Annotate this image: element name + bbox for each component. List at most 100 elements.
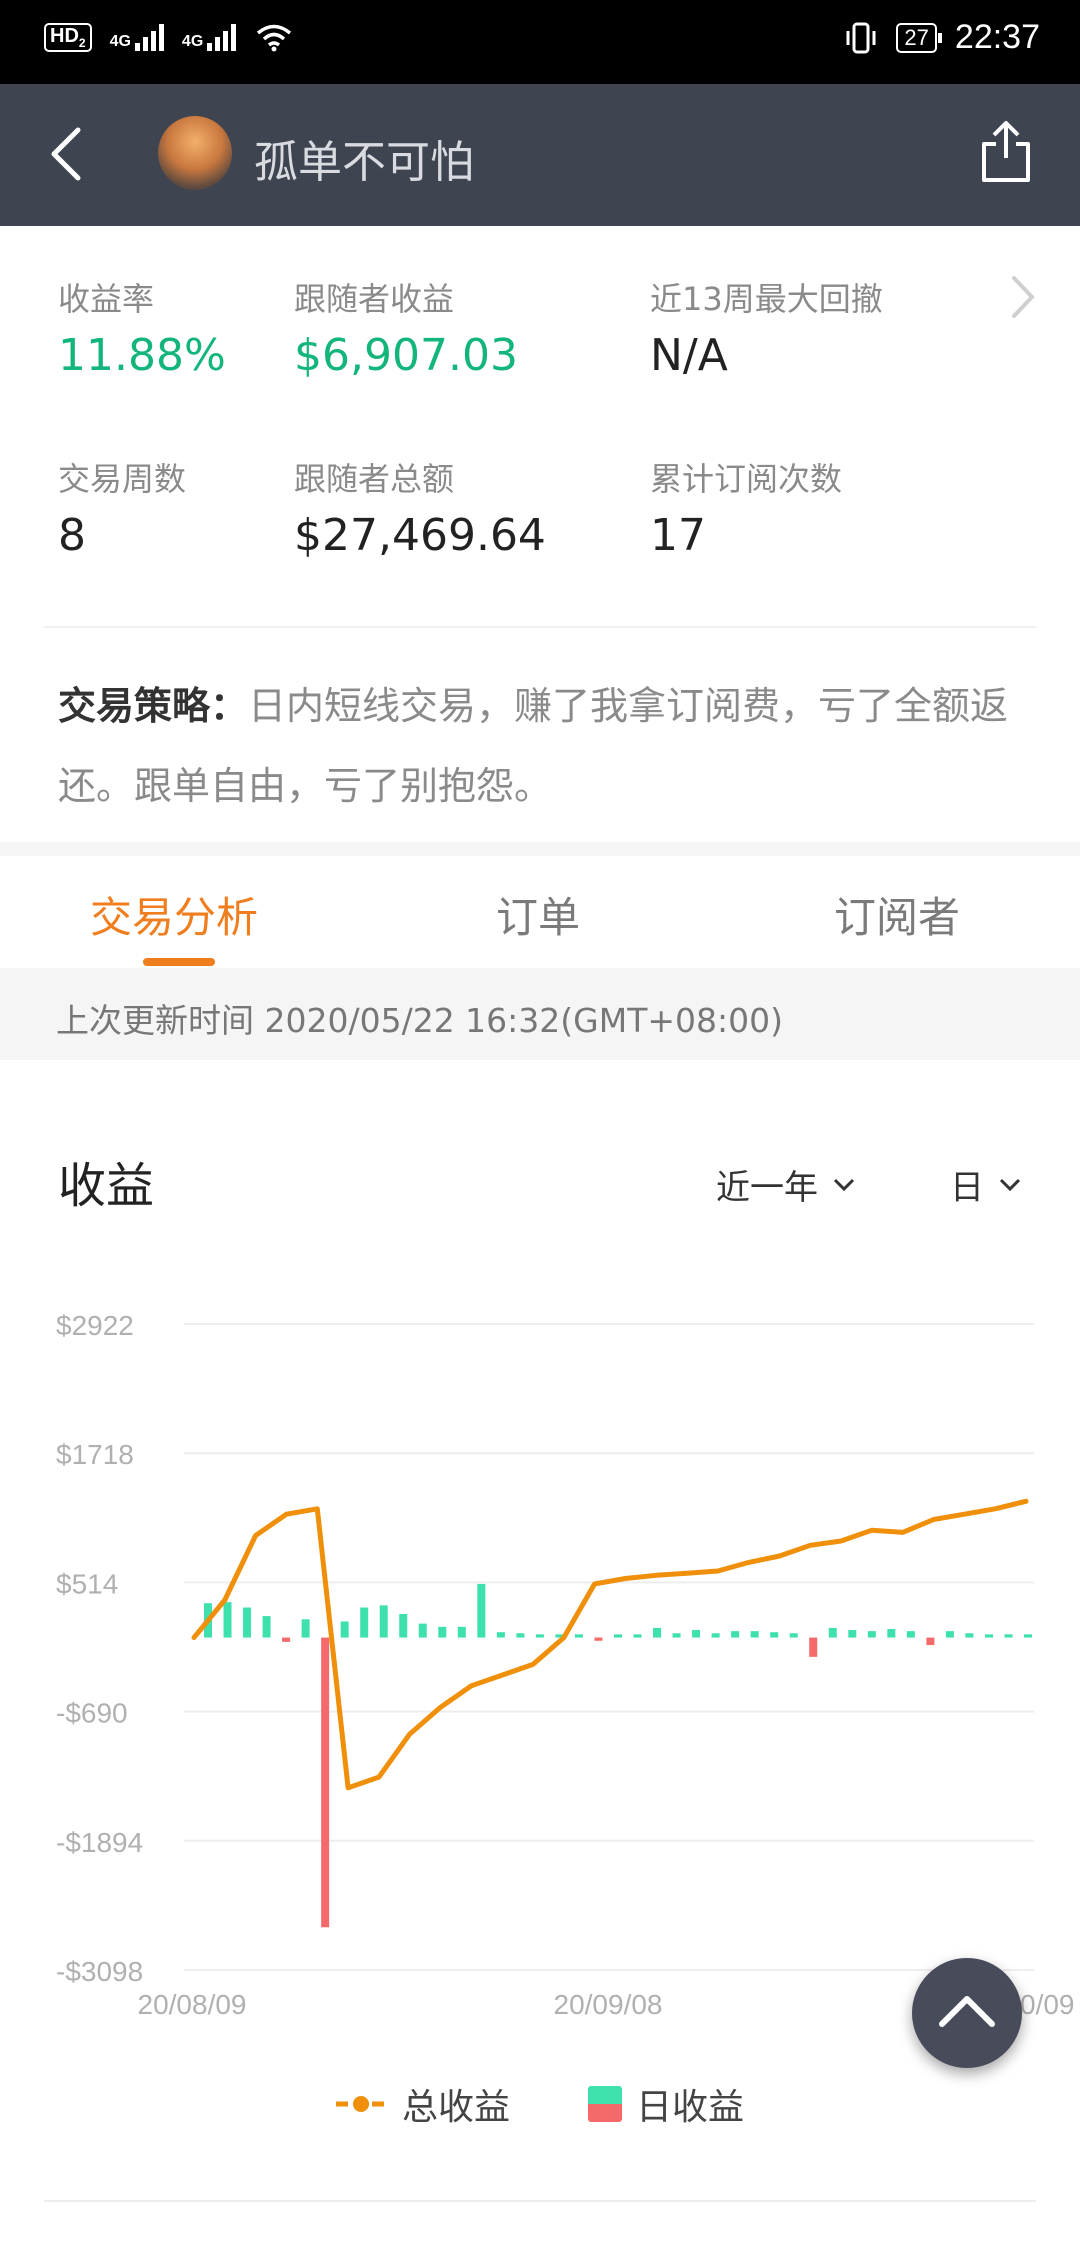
divider xyxy=(44,626,1036,628)
daily-profit-bar xyxy=(594,1637,603,1641)
hd-indicator: HD2 xyxy=(44,22,92,52)
strategy-label: 交易策略： xyxy=(58,684,249,728)
wifi-icon xyxy=(257,24,292,52)
daily-profit-bar xyxy=(828,1627,837,1638)
tab-indicator xyxy=(143,958,215,966)
tab-trade-analysis[interactable]: 交易分析 xyxy=(90,884,258,945)
daily-profit-bar xyxy=(1024,1634,1032,1638)
daily-profit-bar xyxy=(653,1627,662,1638)
chevron-right-icon[interactable] xyxy=(1008,272,1038,322)
stat-value: 8 xyxy=(58,510,86,561)
daily-profit-bar xyxy=(535,1634,544,1638)
chevron-down-icon xyxy=(999,1178,1021,1191)
daily-profit-bar xyxy=(282,1637,291,1642)
daily-profit-bar xyxy=(321,1637,330,1928)
y-tick-label: $1718 xyxy=(56,1439,134,1470)
clock: 22:37 xyxy=(954,18,1040,56)
daily-profit-bar xyxy=(243,1607,252,1638)
signal-1: 4G xyxy=(110,23,164,51)
daily-profit-bar xyxy=(262,1616,271,1638)
stat-subscription-count: 累计订阅次数 17 xyxy=(650,454,842,561)
stat-value: 17 xyxy=(650,510,706,561)
daily-profit-bar xyxy=(614,1634,622,1638)
signal-bars-icon xyxy=(207,23,237,51)
vibrate-icon xyxy=(846,22,876,53)
daily-profit-bar xyxy=(418,1623,427,1638)
section-gap xyxy=(0,842,1080,856)
daily-profit-bar xyxy=(789,1633,798,1638)
y-tick-label: $2922 xyxy=(56,1310,134,1341)
battery-indicator: 27 xyxy=(896,22,943,53)
stat-value: $27,469.64 xyxy=(294,510,546,561)
daily-profit-bar xyxy=(692,1630,701,1638)
y-tick-label: $514 xyxy=(56,1568,118,1599)
stat-return-rate: 收益率 11.88% xyxy=(58,274,226,381)
stat-follower-total: 跟随者总额 $27,469.64 xyxy=(294,454,546,561)
profit-chart: $2922 $1718 $514 -$690 -$1894 -$309820/08/09 2… xyxy=(56,1310,1075,2020)
total-profit-line xyxy=(191,1498,1029,1791)
legend-daily-profit[interactable]: 日收益 xyxy=(588,2078,744,2130)
daily-profit-bar xyxy=(672,1633,681,1638)
daily-profit-bar xyxy=(438,1626,447,1638)
daily-profit-bar xyxy=(340,1621,349,1638)
range-dropdown[interactable]: 近一年 xyxy=(716,1160,856,1209)
page-title: 孤单不可怕 xyxy=(254,137,474,188)
status-bar: HD2 4G 4G 27 22:37 xyxy=(0,0,1080,84)
daily-profit-bar xyxy=(516,1633,525,1638)
daily-profit-bar xyxy=(867,1631,876,1638)
section-title: 收益 xyxy=(58,1158,155,1214)
avatar[interactable] xyxy=(158,116,232,190)
range-dropdown-label: 近一年 xyxy=(716,1168,818,1208)
daily-profit-bar xyxy=(574,1634,583,1638)
tab-orders[interactable]: 订单 xyxy=(496,884,580,945)
daily-profit-bar xyxy=(477,1583,486,1638)
stat-follower-profit: 跟随者收益 $6,907.03 xyxy=(294,274,518,381)
daily-profit-bar xyxy=(457,1626,466,1638)
x-tick-label: 20/09/08 xyxy=(554,1989,663,2020)
daily-profit-bar xyxy=(809,1637,818,1657)
daily-profit-bar xyxy=(223,1602,232,1638)
daily-profit-bar xyxy=(887,1628,896,1638)
stat-label: 近13周最大回撤 xyxy=(650,280,883,318)
daily-profit-bar xyxy=(926,1637,935,1646)
stat-label: 收益率 xyxy=(58,280,155,318)
daily-profit-bar xyxy=(731,1631,740,1638)
stat-trade-weeks: 交易周数 8 xyxy=(58,454,186,561)
back-arrow-icon[interactable] xyxy=(40,124,100,184)
daily-profit-bar xyxy=(750,1631,759,1638)
stat-value: $6,907.03 xyxy=(294,330,518,381)
daily-profit-bar xyxy=(496,1632,505,1638)
daily-profit-bar xyxy=(633,1634,642,1638)
chevron-up-icon xyxy=(939,1996,995,2027)
tab-subscribers[interactable]: 订阅者 xyxy=(834,884,960,945)
divider xyxy=(44,2200,1036,2202)
stat-label: 跟随者总额 xyxy=(294,460,455,498)
chevron-down-icon xyxy=(833,1178,855,1191)
stat-label: 累计订阅次数 xyxy=(650,460,843,498)
y-tick-label: -$3098 xyxy=(56,1956,143,1987)
daily-profit-bar xyxy=(848,1630,857,1638)
scroll-to-top-button[interactable] xyxy=(912,1958,1022,2068)
last-update-text: 上次更新时间 2020/05/22 16:32(GMT+08:00) xyxy=(56,1001,783,1040)
daily-profit-bar xyxy=(301,1619,310,1638)
legend-total-profit[interactable]: 总收益 xyxy=(334,2078,510,2130)
daily-profit-bar xyxy=(1004,1634,1013,1638)
last-update-bar: 上次更新时间 2020/05/22 16:32(GMT+08:00) xyxy=(0,968,1080,1060)
daily-profit-bar xyxy=(399,1613,408,1638)
daily-profit-bar xyxy=(945,1631,954,1638)
app-header: 孤单不可怕 xyxy=(0,84,1080,226)
share-icon[interactable] xyxy=(978,118,1034,184)
daily-profit-bar xyxy=(711,1633,720,1638)
daily-profit-bar xyxy=(379,1605,388,1638)
daily-profit-bar xyxy=(770,1632,779,1638)
network-type-1: 4G xyxy=(109,33,131,50)
signal-2: 4G xyxy=(182,23,237,51)
stat-label: 跟随者收益 xyxy=(294,280,455,318)
y-tick-label: -$1894 xyxy=(56,1827,143,1858)
stat-value: N/A xyxy=(650,330,728,381)
strategy-text: 交易策略：日内短线交易，赚了我拿订阅费，亏了全额返还。跟单自由，亏了别抱怨。 xyxy=(58,666,1038,826)
signal-bars-icon xyxy=(134,23,164,51)
daily-profit-bar xyxy=(965,1633,974,1638)
period-dropdown[interactable]: 日 xyxy=(950,1160,1022,1209)
y-tick-label: -$690 xyxy=(56,1698,128,1729)
